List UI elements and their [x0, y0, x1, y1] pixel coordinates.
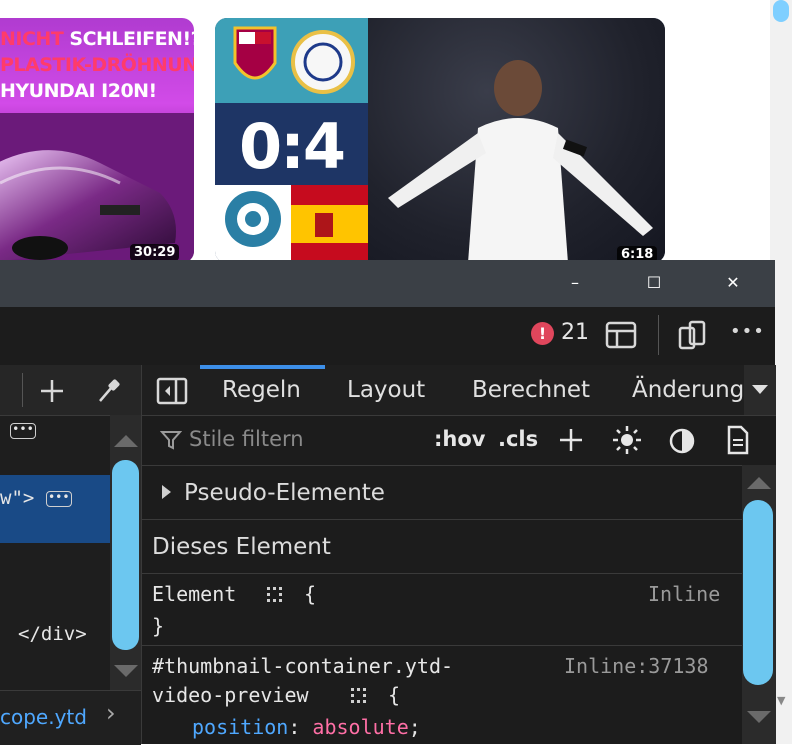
pseudo-elements-label: Pseudo-Elemente	[184, 480, 385, 506]
this-element-label: Dieses Element	[152, 534, 331, 560]
breadcrumb: cope.ytd ›	[0, 690, 141, 745]
styles-scroll-up-icon[interactable]	[747, 477, 771, 489]
pseudo-elements-section[interactable]: Pseudo-Elemente	[142, 466, 742, 520]
styles-tabbar: Regeln Layout Berechnet Änderungen	[142, 365, 776, 416]
titlebar: – ☐ ✕	[0, 260, 775, 307]
player-image	[388, 60, 653, 263]
tab-aenderungen[interactable]: Änderungen	[632, 377, 744, 403]
element-rule-open-brace: {	[304, 582, 317, 606]
more-options-icon[interactable]: •••	[730, 321, 764, 353]
expand-dots-icon[interactable]: •••	[10, 422, 36, 439]
styles-pane: Regeln Layout Berechnet Änderungen Stile…	[141, 365, 776, 744]
styles-scroll-thumb[interactable]	[743, 500, 773, 685]
page-scroll-thumb[interactable]	[773, 0, 789, 22]
error-count[interactable]: 21	[561, 320, 589, 345]
add-icon[interactable]	[38, 377, 66, 405]
filter-icon	[160, 431, 182, 450]
new-rule-icon[interactable]	[558, 427, 584, 453]
devtools-window: – ☐ ✕ ! 21 ••• ••• w"> ••• </div> cope.y…	[0, 260, 776, 745]
device-emulation-icon[interactable]	[676, 319, 708, 351]
rule-selector-line-2[interactable]: video-preview	[152, 683, 309, 707]
elements-toolbar	[0, 365, 141, 416]
rule-open-brace: {	[388, 683, 401, 707]
element-rule-source[interactable]: Inline	[648, 582, 720, 606]
dom-closing-div[interactable]: </div>	[18, 623, 87, 645]
toggle-sidebar-icon[interactable]	[156, 377, 188, 405]
car-image	[0, 113, 194, 263]
this-element-section: Dieses Element	[142, 520, 742, 574]
video-thumbnail-clasico[interactable]: 0:4 6:18	[215, 18, 665, 263]
class-toggle[interactable]: .cls	[498, 427, 538, 451]
toolbar-divider-left	[22, 373, 23, 407]
dock-layout-icon[interactable]	[605, 319, 637, 351]
element-selector: Element	[152, 582, 237, 606]
video-thumbnail-hyundai[interactable]: NICHT SCHLEIFEN!? PLASTIK-DRÖHNUNG AM HY…	[0, 18, 194, 263]
video-duration: 30:29	[130, 244, 180, 261]
rule-source-link[interactable]: Inline:37138	[564, 654, 709, 678]
color-picker-icon[interactable]	[94, 377, 122, 405]
grid-dots-icon-2[interactable]	[350, 687, 368, 705]
club-crest-icon	[233, 26, 355, 94]
devtools-toolbar: ! 21 •••	[0, 307, 775, 365]
club-logos	[215, 18, 368, 103]
scroll-down-arrow-icon[interactable]: ▼	[777, 694, 785, 707]
tab-berechnet[interactable]: Berechnet	[472, 377, 590, 403]
scroll-up-arrow-icon[interactable]	[114, 435, 138, 447]
elements-scroll-thumb[interactable]	[112, 460, 139, 650]
tab-aenderungen-clip: Änderungen	[632, 365, 744, 415]
chevron-down-icon	[752, 385, 768, 394]
headline-word-red-2: PLASTIK-DRÖHNUNG	[0, 54, 194, 76]
expand-triangle-icon[interactable]	[162, 485, 171, 499]
expand-dots-icon-2[interactable]: •••	[45, 490, 72, 507]
hover-state-toggle[interactable]: :hov	[434, 427, 485, 451]
styles-filterbar: Stile filtern :hov .cls	[142, 415, 749, 466]
dom-line-1[interactable]: •••	[0, 419, 36, 441]
toolbar-divider	[658, 315, 659, 355]
selected-dom-node[interactable]	[0, 475, 110, 543]
element-inline-rule: Element { Inline }	[142, 574, 742, 646]
rule-selector-line-1[interactable]: #thumbnail-container.ytd-	[152, 654, 453, 678]
dom-line-selected[interactable]: w"> •••	[0, 487, 72, 509]
elements-pane: ••• w"> ••• </div> cope.ytd ›	[0, 365, 141, 745]
light-mode-icon[interactable]	[612, 425, 642, 455]
tab-layout[interactable]: Layout	[347, 377, 425, 403]
channel-logos	[215, 185, 368, 263]
score-panel: 0:4	[215, 18, 368, 263]
match-score: 0:4	[238, 110, 346, 183]
computed-styles-icon[interactable]	[726, 425, 750, 455]
styles-scroll-down-icon[interactable]	[747, 711, 771, 723]
breadcrumb-scope-link[interactable]: cope.ytd	[0, 705, 87, 729]
close-button[interactable]: ✕	[718, 270, 748, 296]
headline-word-white: SCHLEIFEN!?	[69, 28, 194, 50]
minimize-button[interactable]: –	[560, 270, 590, 296]
css-semicolon: ;	[408, 715, 421, 739]
tabs-overflow-button[interactable]	[744, 365, 776, 415]
headline-word-red: NICHT	[0, 28, 70, 50]
thumbnail-container-rule: #thumbnail-container.ytd- Inline:37138 v…	[142, 646, 742, 744]
grid-dots-icon[interactable]	[266, 586, 284, 604]
element-rule-close-brace: }	[152, 614, 165, 638]
css-property-value[interactable]: absolute	[312, 715, 408, 739]
thumbnail-headline-line-3: HYUNDAI I20N!	[0, 80, 157, 102]
css-colon: :	[288, 715, 313, 739]
player-photo	[368, 18, 665, 263]
maximize-button[interactable]: ☐	[639, 270, 669, 296]
error-icon[interactable]: !	[531, 322, 554, 345]
sportdigital-logo-icon	[225, 185, 368, 263]
css-property-name[interactable]: position	[192, 715, 288, 739]
active-tab-indicator	[200, 365, 325, 369]
css-declaration[interactable]: position: absolute;	[192, 715, 421, 739]
thumbnail-headline-line-2: PLASTIK-DRÖHNUNG AM	[0, 54, 194, 76]
filter-input[interactable]: Stile filtern	[189, 427, 304, 451]
thumbnail-headline-line-1: NICHT SCHLEIFEN!?	[0, 28, 194, 50]
dom-attr-end: w">	[0, 487, 35, 509]
dark-mode-icon[interactable]	[668, 427, 696, 455]
tab-regeln[interactable]: Regeln	[222, 377, 301, 403]
scroll-down-arrow-icon-2[interactable]	[114, 665, 138, 677]
chevron-right-icon[interactable]: ›	[106, 699, 116, 727]
